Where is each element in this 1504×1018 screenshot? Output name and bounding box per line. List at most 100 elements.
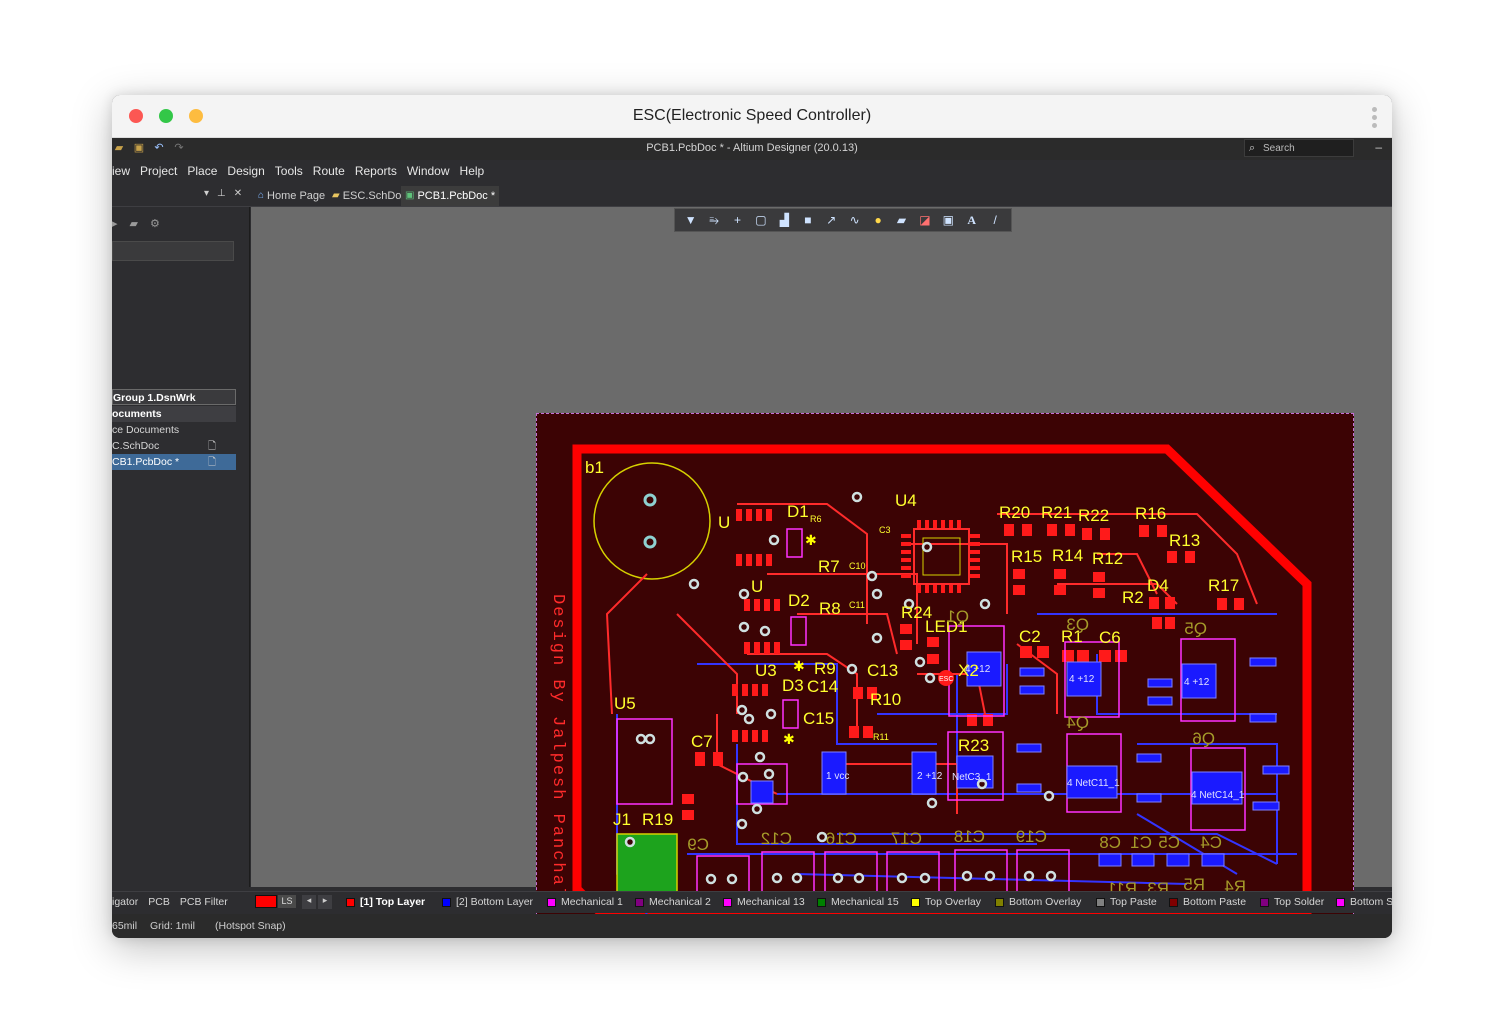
designator: C17: [891, 829, 922, 848]
layer-label: Mechanical 15: [831, 896, 899, 908]
app-titlebar: ▰ ▣ ↶ ↷ PCB1.PcbDoc * - Altium Designer …: [112, 138, 1392, 160]
designator: R20: [999, 503, 1030, 522]
designator: C6: [1099, 628, 1121, 647]
layer-tab-mechanical-13[interactable]: Mechanical 13: [723, 896, 805, 908]
layer-tab-mechanical-15[interactable]: Mechanical 15: [817, 896, 899, 908]
search-placeholder: Search: [1263, 143, 1295, 154]
tab-pcb[interactable]: PCB: [148, 896, 170, 908]
layer-tab-mechanical-1[interactable]: Mechanical 1: [547, 896, 623, 908]
layer-tab-top-paste[interactable]: Top Paste: [1096, 896, 1157, 908]
pcb-board[interactable]: ✱ ✱ ✱ ESC 4 +12 4 +12 4 +12 NetC3_1 4 Ne…: [536, 413, 1354, 938]
net-label: NetC3_1: [952, 772, 992, 783]
designator: D4: [1147, 576, 1169, 595]
route-icon[interactable]: ⥱: [706, 213, 722, 228]
component-icon[interactable]: ■: [800, 213, 816, 227]
panel-toolbar: ▸ ▰ ⚙: [112, 217, 160, 230]
layer-tab-bottom-layer[interactable]: [2] Bottom Layer: [442, 896, 533, 908]
tab-esc-schdoc[interactable]: ▰ ESC.SchDoc: [328, 186, 411, 206]
pin-icon[interactable]: ⊥: [217, 188, 226, 199]
layer-label: Bottom Paste: [1183, 896, 1247, 908]
layer-label: Bottom S: [1350, 896, 1392, 908]
source-documents-item[interactable]: ce Documents: [112, 422, 236, 438]
close-panel-icon[interactable]: ✕: [234, 188, 242, 199]
schdoc-item[interactable]: C.SchDoc 🗋: [112, 438, 236, 454]
menu-help[interactable]: Help: [460, 164, 485, 178]
net-label: 4 +12: [1184, 677, 1210, 688]
panel-menu-icon[interactable]: ▾: [204, 188, 209, 199]
star-marker: ✱: [783, 731, 795, 747]
layer-tab-bottom-solder[interactable]: Bottom S: [1336, 896, 1392, 908]
designator: Q3: [1066, 615, 1089, 634]
designator: R23: [958, 736, 989, 755]
menu-project[interactable]: Project: [140, 164, 177, 178]
filter-icon[interactable]: ▼: [683, 213, 699, 227]
menu-design[interactable]: Design: [227, 164, 264, 178]
designator: R7: [818, 557, 840, 576]
star-marker: ✱: [805, 532, 817, 548]
designator: R2: [1122, 588, 1144, 607]
net-label: 4 NetC11_1: [1067, 778, 1120, 789]
panel-search-input[interactable]: [112, 241, 234, 261]
menu-place[interactable]: Place: [187, 164, 217, 178]
tab-navigator[interactable]: igator: [112, 896, 138, 908]
pcb-doc-icon: ▣: [405, 190, 415, 201]
layer-tab-top-solder[interactable]: Top Solder: [1260, 896, 1324, 908]
layer-tab-mechanical-2[interactable]: Mechanical 2: [635, 896, 711, 908]
schdoc-label: C.SchDoc: [112, 440, 160, 452]
tab-pcb1-pcbdoc[interactable]: ▣ PCB1.PcbDoc *: [401, 186, 500, 206]
polygon-icon[interactable]: ▰: [894, 213, 910, 227]
net-label: 1 vcc: [826, 771, 849, 782]
layer-tab-top-overlay[interactable]: Top Overlay: [911, 896, 981, 908]
gear-icon[interactable]: ⚙: [150, 217, 160, 230]
tab-home-page[interactable]: ⌂ Home Page: [254, 186, 329, 206]
scroll-left-icon[interactable]: ◂: [302, 895, 316, 909]
layer-tab-bottom-overlay[interactable]: Bottom Overlay: [995, 896, 1081, 908]
designator: R6: [810, 514, 822, 524]
rect-select-icon[interactable]: ▢: [753, 213, 769, 227]
region-icon[interactable]: ◪: [917, 213, 933, 227]
designator: R16: [1135, 504, 1166, 523]
designator: R12: [1092, 549, 1123, 568]
project-group-item[interactable]: Group 1.DsnWrk: [112, 389, 236, 405]
pcbdoc-item[interactable]: CB1.PcbDoc * 🗋: [112, 454, 236, 470]
text-icon[interactable]: A: [964, 213, 980, 228]
menu-reports[interactable]: Reports: [355, 164, 397, 178]
snap-mode: (Hotspot Snap): [215, 920, 286, 932]
designator: D2: [788, 591, 810, 610]
menu-view[interactable]: iew: [112, 164, 130, 178]
documents-folder-item[interactable]: ocuments: [112, 406, 236, 422]
minimize-app-button[interactable]: –: [1375, 140, 1382, 154]
layer-tab-top-layer[interactable]: [1] Top Layer: [346, 896, 425, 908]
layer-set-button[interactable]: LS: [278, 895, 296, 908]
folder-icon[interactable]: ▰: [130, 217, 138, 230]
pcb-editor-canvas[interactable]: ✱ ✱ ✱ ESC 4 +12 4 +12 4 +12 NetC3_1 4 Ne…: [251, 207, 1392, 938]
interactive-route-icon[interactable]: ∿: [847, 213, 863, 227]
line-icon[interactable]: /: [987, 213, 1003, 227]
menu-window[interactable]: Window: [407, 164, 450, 178]
cross-icon[interactable]: +: [730, 213, 746, 227]
pad-icon[interactable]: ●: [870, 213, 886, 227]
layer-tab-bottom-paste[interactable]: Bottom Paste: [1169, 896, 1246, 908]
designator: C15: [803, 709, 834, 728]
search-input[interactable]: ⌕ Search: [1244, 139, 1354, 157]
menu-tools[interactable]: Tools: [275, 164, 303, 178]
more-options-icon[interactable]: [1372, 107, 1378, 129]
designer-credit: Design By Jalpesh Panchal: [548, 594, 567, 899]
window-titlebar: ESC(Electronic Speed Controller): [112, 95, 1392, 138]
tab-pcb-filter[interactable]: PCB Filter: [180, 896, 228, 908]
panel-arrow-icon[interactable]: ▸: [112, 217, 118, 230]
grid-size: Grid: 1mil: [150, 920, 195, 932]
star-marker: ✱: [793, 658, 805, 674]
scroll-right-icon[interactable]: ▸: [318, 895, 332, 909]
designator: C7: [691, 732, 713, 751]
net-label: 2 +12: [917, 771, 943, 782]
menu-route[interactable]: Route: [313, 164, 345, 178]
layer-label: Top Solder: [1274, 896, 1325, 908]
via-icon[interactable]: ▣: [940, 213, 956, 227]
app-title: PCB1.PcbDoc * - Altium Designer (20.0.13…: [646, 142, 858, 154]
chart-icon[interactable]: ▟: [776, 213, 792, 227]
window-title: ESC(Electronic Speed Controller): [632, 107, 872, 124]
current-layer-swatch[interactable]: [255, 895, 277, 908]
net-icon[interactable]: ↗: [823, 213, 839, 227]
designator: R9: [814, 659, 836, 678]
